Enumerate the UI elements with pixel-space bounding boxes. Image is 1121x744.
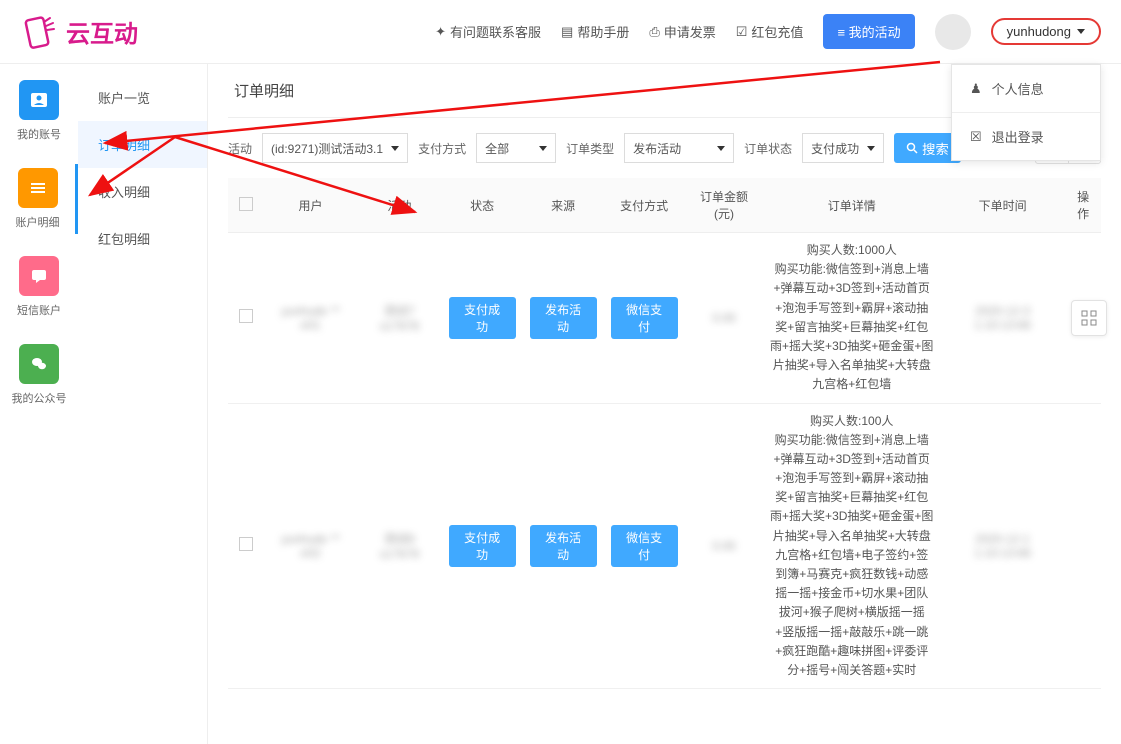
filter-activity-label: 活动 (228, 140, 252, 157)
chevron-down-icon (539, 146, 547, 151)
cell-activity: 测试7 s17678 (380, 304, 419, 333)
filter-ordertype-select[interactable]: 发布活动 (624, 133, 734, 163)
search-icon (906, 142, 918, 154)
user-dropdown[interactable]: yunhudong (991, 18, 1101, 45)
th-time: 下单时间 (940, 178, 1065, 233)
cell-amount: 0.00 (712, 311, 735, 325)
qr-widget[interactable] (1071, 300, 1107, 336)
logo[interactable]: 云互动 (20, 12, 138, 52)
table-row: yunhude ** e02 测试8 s17679 支付成功 发布活动 微信支付… (228, 403, 1101, 689)
account-icon (19, 80, 59, 120)
th-status: 状态 (442, 178, 523, 233)
sub-sidebar: 账户一览 订单明细 收入明细 红包明细 (78, 64, 208, 744)
contact-link[interactable]: ✦有问题联系客服 (435, 22, 541, 41)
cell-action (1065, 403, 1101, 689)
icon-sidebar: 我的账号 账户明细 短信账户 我的公众号 (0, 64, 78, 744)
chevron-down-icon (867, 146, 875, 151)
sidebar-item-billing[interactable]: 账户明细 (0, 164, 78, 234)
redpacket-link[interactable]: ☑红包充值 (736, 22, 804, 41)
th-details: 订单详情 (763, 178, 940, 233)
username: yunhudong (1007, 24, 1071, 39)
select-all-checkbox[interactable] (239, 197, 253, 211)
sidebar-item-sms[interactable]: 短信账户 (0, 252, 78, 322)
invoice-link[interactable]: ⎙申请发票 (649, 22, 715, 41)
status-tag: 支付成功 (449, 297, 516, 339)
cell-user: yunhude ** e02 (281, 532, 340, 560)
check-icon: ☑ (736, 24, 748, 40)
help-link[interactable]: ▤帮助手册 (561, 22, 629, 41)
sub-income-detail[interactable]: 收入明细 (78, 168, 207, 215)
user-icon: ♟ (970, 81, 982, 97)
filter-paymethod-label: 支付方式 (418, 140, 466, 157)
filter-orderstatus-select[interactable]: 支付成功 (802, 133, 884, 163)
filter-activity-select[interactable]: (id:9271)测试活动3.1 (262, 133, 408, 163)
qr-icon (1081, 310, 1097, 326)
user-dropdown-menu: ♟ 个人信息 ☒ 退出登录 (951, 64, 1101, 161)
paymethod-tag: 微信支付 (611, 297, 678, 339)
th-user: 用户 (264, 178, 357, 233)
source-tag: 发布活动 (530, 297, 597, 339)
th-source: 来源 (523, 178, 604, 233)
my-activity-button[interactable]: ≡ 我的活动 (823, 14, 914, 49)
cell-activity: 测试8 s17679 (380, 532, 419, 561)
wechat-icon (19, 344, 59, 384)
th-action: 操作 (1065, 178, 1101, 233)
logout-icon: ☒ (970, 129, 982, 145)
filter-paymethod-select[interactable]: 全部 (476, 133, 556, 163)
sidebar-item-wechat[interactable]: 我的公众号 (0, 340, 78, 410)
chevron-down-icon (1077, 29, 1085, 34)
cell-amount: 0.00 (712, 539, 735, 553)
filter-orderstatus-label: 订单状态 (744, 140, 792, 157)
paymethod-tag: 微信支付 (611, 525, 678, 567)
cell-user: yunhude ** e01 (281, 304, 340, 332)
header-nav: ✦有问题联系客服 ▤帮助手册 ⎙申请发票 ☑红包充值 ≡ 我的活动 yunhud… (435, 14, 1101, 50)
dropdown-profile[interactable]: ♟ 个人信息 (952, 65, 1100, 112)
chevron-down-icon (391, 146, 399, 151)
logo-icon (20, 12, 60, 52)
filter-ordertype-label: 订单类型 (566, 140, 614, 157)
sidebar-item-account[interactable]: 我的账号 (0, 76, 78, 146)
chevron-down-icon (717, 146, 725, 151)
billing-icon (18, 168, 58, 208)
book-icon: ▤ (561, 24, 573, 40)
cell-details: 购买人数:1000人购买功能:微信签到+消息上墙+弹幕互动+3D签到+活动首页+… (763, 233, 940, 404)
sub-order-detail[interactable]: 订单明细 (78, 121, 207, 168)
logo-text: 云互动 (66, 14, 138, 49)
row-checkbox[interactable] (239, 309, 253, 323)
contact-icon: ✦ (435, 24, 446, 40)
status-tag: 支付成功 (449, 525, 516, 567)
header: 云互动 ✦有问题联系客服 ▤帮助手册 ⎙申请发票 ☑红包充值 ≡ 我的活动 yu… (0, 0, 1121, 64)
print-icon: ⎙ (649, 24, 659, 40)
dropdown-logout[interactable]: ☒ 退出登录 (952, 113, 1100, 160)
cell-time: 2020-12-3 1:10:13:66 (974, 304, 1031, 332)
row-checkbox[interactable] (239, 537, 253, 551)
table-row: yunhude ** e01 测试7 s17678 支付成功 发布活动 微信支付… (228, 233, 1101, 404)
th-amount: 订单金额(元) (685, 178, 764, 233)
cell-time: 2020-12-1 1:10:13:66 (974, 532, 1031, 560)
list-icon: ≡ (837, 25, 848, 40)
sub-overview[interactable]: 账户一览 (78, 74, 207, 121)
source-tag: 发布活动 (530, 525, 597, 567)
content: 订单明细 活动 (id:9271)测试活动3.1 支付方式 全部 订单类型 发布… (208, 64, 1121, 744)
sub-redpacket-detail[interactable]: 红包明细 (78, 215, 207, 262)
avatar[interactable] (935, 14, 971, 50)
th-paymethod: 支付方式 (604, 178, 685, 233)
cell-details: 购买人数:100人购买功能:微信签到+消息上墙+弹幕互动+3D签到+活动首页+泡… (763, 403, 940, 689)
orders-table: 用户 活动 状态 来源 支付方式 订单金额(元) 订单详情 下单时间 操作 yu… (228, 178, 1101, 689)
th-activity: 活动 (357, 178, 441, 233)
sms-icon (19, 256, 59, 296)
